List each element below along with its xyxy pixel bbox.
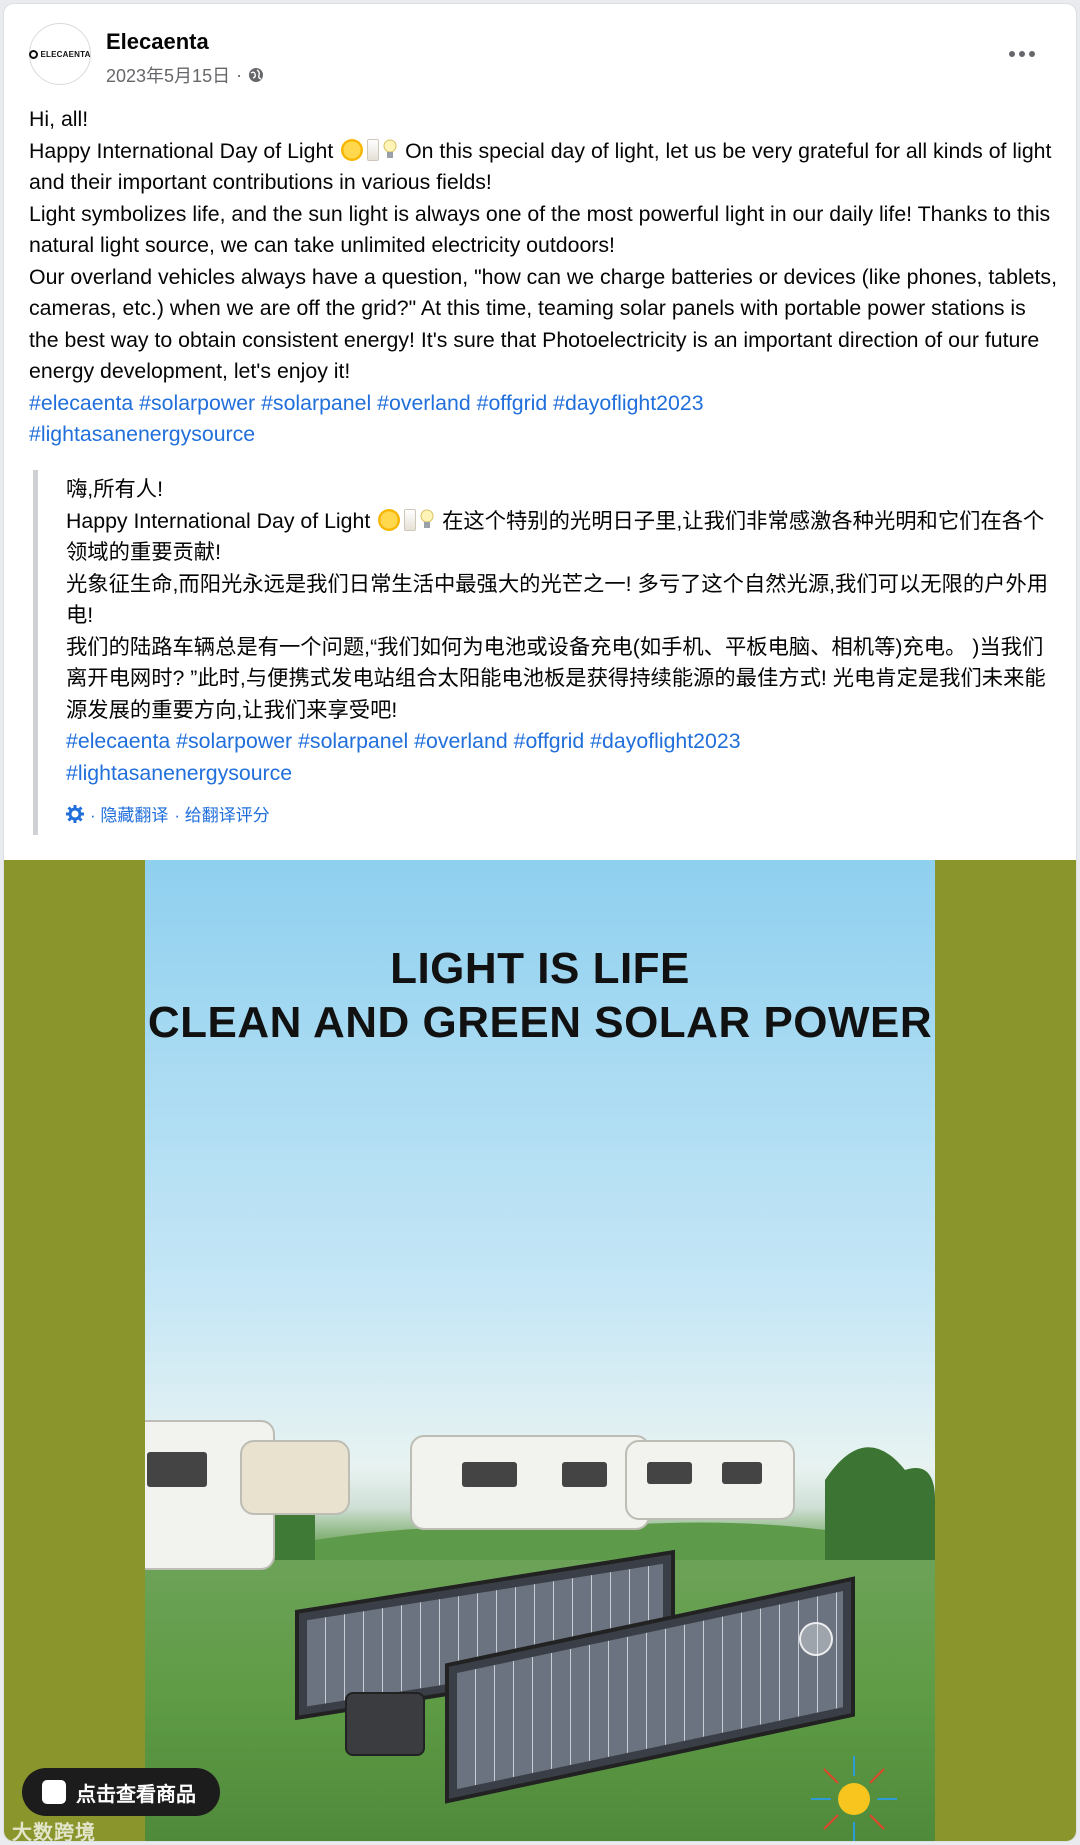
hide-translation-link[interactable]: · 隐藏翻译	[90, 801, 168, 826]
caravan-window	[147, 1452, 207, 1487]
hashtag-link[interactable]: #solarpanel	[261, 391, 371, 415]
globe-icon	[249, 68, 264, 82]
caravan-illustration	[410, 1435, 650, 1530]
caravan-illustration	[240, 1440, 350, 1515]
watermark: 大数跨境	[12, 1822, 96, 1841]
caravan-window	[562, 1462, 607, 1487]
hashtag-link[interactable]: #overland	[414, 729, 508, 753]
shop-bag-icon[interactable]	[799, 1622, 833, 1656]
caravan-illustration	[625, 1440, 795, 1520]
headline-line-1: LIGHT IS LIFE	[390, 944, 690, 993]
more-icon-dot	[1029, 51, 1035, 57]
hashtag-link[interactable]: #dayoflight2023	[553, 391, 703, 415]
more-icon-dot	[1019, 51, 1025, 57]
view-product-label: 点击查看商品	[76, 1783, 196, 1806]
shop-bag-icon	[42, 1780, 66, 1804]
more-options-button[interactable]	[1004, 42, 1040, 66]
translation-greeting: 嗨,所有人!	[66, 477, 164, 501]
post-media[interactable]: LIGHT IS LIFE CLEAN AND GREEN SOLAR POWE…	[4, 860, 1076, 1841]
translation-text: 嗨,所有人! Happy International Day of Light …	[66, 470, 1063, 789]
avatar-logo-text: ELECAENTA	[40, 49, 91, 59]
hashtag-link[interactable]: #offgrid	[514, 729, 585, 753]
caravan-window	[722, 1462, 762, 1484]
sun-emoji	[378, 508, 401, 531]
page-name[interactable]: Elecaenta	[106, 29, 209, 55]
translation-footer: · 隐藏翻译 · 给翻译评分	[66, 801, 1063, 826]
media-headline: LIGHT IS LIFE CLEAN AND GREEN SOLAR POWE…	[145, 942, 935, 1050]
translation-block: 嗨,所有人! Happy International Day of Light …	[33, 470, 1063, 835]
bulb-emoji	[383, 139, 397, 158]
post-date[interactable]: 2023年5月15日	[106, 62, 230, 88]
translation-line-3: 我们的陆路车辆总是有一个问题,“我们如何为电池或设备充电(如手机、平板电脑、相机…	[66, 634, 1046, 722]
candle-emoji	[404, 508, 417, 531]
candle-emoji	[367, 138, 380, 161]
hashtag-link[interactable]: #elecaenta	[66, 729, 170, 753]
hashtag-link[interactable]: #solarpower	[176, 729, 292, 753]
body-greeting: Hi, all!	[29, 107, 89, 131]
post-card: ELECAENTA Elecaenta 2023年5月15日 · Hi, all…	[4, 4, 1076, 1841]
meta-separator: ·	[236, 64, 243, 85]
logo-glyph-icon	[29, 49, 39, 59]
view-product-button[interactable]: 点击查看商品	[22, 1768, 220, 1816]
translation-line-1: Happy International Day of Light 在这个特别的光…	[66, 506, 1063, 569]
hashtag-link[interactable]: #overland	[377, 391, 471, 415]
body-line-2: Light symbolizes life, and the sun light…	[29, 201, 1051, 258]
sun-emoji	[341, 138, 364, 161]
media-image[interactable]: LIGHT IS LIFE CLEAN AND GREEN SOLAR POWE…	[145, 860, 935, 1841]
caravan-window	[647, 1462, 692, 1484]
hashtag-link[interactable]: #solarpower	[139, 391, 255, 415]
body-hashtags: #elecaenta #solarpower #solarpanel #over…	[29, 388, 1059, 451]
avatar[interactable]: ELECAENTA	[29, 23, 91, 85]
hashtag-link[interactable]: #lightasanenergysource	[66, 761, 292, 785]
more-icon	[1009, 51, 1015, 57]
sun-logo-icon	[811, 1756, 897, 1841]
translation-line-2: 光象征生命,而阳光永远是我们日常生活中最强大的光芒之一! 多亏了这个自然光源,我…	[66, 571, 1049, 628]
translation-line-1a: Happy International Day of Light	[66, 508, 371, 533]
headline-line-2: CLEAN AND GREEN SOLAR POWER	[147, 998, 933, 1047]
avatar-logo: ELECAENTA	[29, 49, 91, 59]
hashtag-link[interactable]: #elecaenta	[29, 391, 133, 415]
post-header: ELECAENTA Elecaenta 2023年5月15日 ·	[4, 4, 1076, 104]
hashtag-link[interactable]: #offgrid	[477, 391, 548, 415]
hashtag-link[interactable]: #solarpanel	[298, 729, 408, 753]
rate-translation-link[interactable]: · 给翻译评分	[174, 801, 269, 826]
body-line-1: Happy International Day of Light On this…	[29, 136, 1059, 199]
hashtag-link[interactable]: #lightasanenergysource	[29, 422, 255, 446]
body-line-1a: Happy International Day of Light	[29, 138, 334, 163]
post-body: Hi, all! Happy International Day of Ligh…	[29, 104, 1059, 451]
bulb-emoji	[420, 509, 434, 528]
hashtag-link[interactable]: #dayoflight2023	[590, 729, 740, 753]
post-meta: 2023年5月15日 ·	[106, 62, 264, 88]
gear-icon[interactable]	[66, 804, 84, 823]
power-station-illustration	[345, 1692, 425, 1756]
translation-hashtags: #elecaenta #solarpower #solarpanel #over…	[66, 726, 1063, 789]
caravan-window	[462, 1462, 517, 1487]
body-line-3: Our overland vehicles always have a ques…	[29, 264, 1058, 384]
